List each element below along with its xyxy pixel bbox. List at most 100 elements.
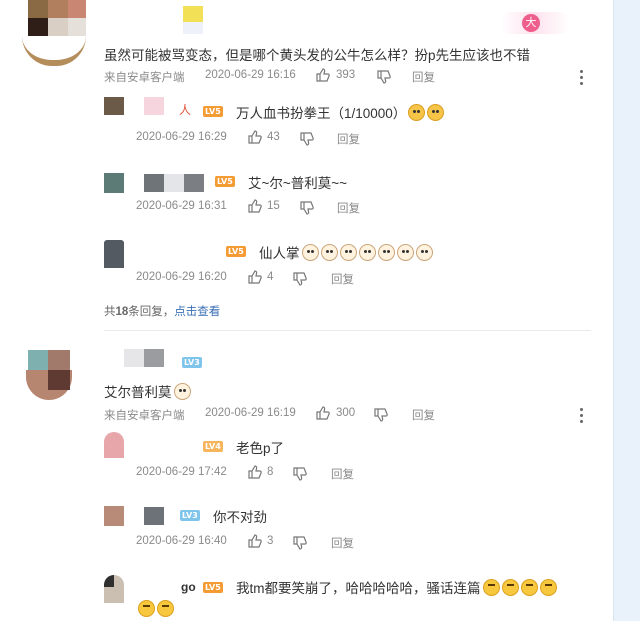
laugh-emoji-icon <box>138 600 155 617</box>
username-redacted[interactable] <box>144 507 164 525</box>
reply-time: 2020-06-29 17:42 <box>136 466 227 478</box>
username-redacted[interactable] <box>124 349 144 367</box>
avatar-pixel <box>68 0 86 18</box>
comment-source: 来自安卓客户端 <box>104 410 185 422</box>
level-badge: LV5 <box>203 582 223 593</box>
thumbs-down-icon[interactable] <box>293 272 307 286</box>
reply-text-row: 仙人掌 <box>259 242 433 262</box>
dog-emoji-icon <box>173 383 191 400</box>
comment-time: 2020-06-29 16:19 <box>205 407 296 419</box>
level-badge: LV5 <box>226 246 246 257</box>
dog-emoji-icon <box>301 244 319 261</box>
comment-page: { "comments": [ { "text": "虽然可能被骂变态，但是哪个… <box>0 0 640 621</box>
avatar[interactable] <box>104 432 124 458</box>
avatar-pixel <box>68 18 86 36</box>
avatar[interactable] <box>28 350 48 370</box>
thumbs-down-icon[interactable] <box>300 201 314 215</box>
thumbs-up-icon[interactable] <box>248 465 262 479</box>
thumbs-down-icon[interactable] <box>293 467 307 481</box>
avatar[interactable] <box>28 0 48 18</box>
reply-text: 万人血书扮拳王（1/10000） <box>236 106 407 121</box>
reply-text: 我tm都要笑崩了，哈哈哈哈哈，骚话连篇 <box>236 581 481 596</box>
thumbs-up-icon[interactable] <box>248 199 262 213</box>
avatar-pixel <box>48 0 68 18</box>
reply-time: 2020-06-29 16:20 <box>136 271 227 283</box>
cat-emoji-icon <box>427 104 445 121</box>
thumbs-down-icon[interactable] <box>293 536 307 550</box>
avatar-pixel <box>48 18 68 36</box>
username-redacted[interactable] <box>183 6 203 22</box>
dog-emoji-icon <box>320 244 338 261</box>
reply-button[interactable]: 回复 <box>412 69 435 85</box>
avatar[interactable] <box>104 240 124 268</box>
right-sidebar <box>613 0 640 621</box>
dog-emoji-icon <box>415 244 433 261</box>
avatar[interactable] <box>104 97 124 115</box>
like-count: 43 <box>267 131 280 143</box>
reply-button[interactable]: 回复 <box>337 200 360 216</box>
thumbs-down-icon[interactable] <box>300 132 314 146</box>
username-redacted[interactable] <box>144 174 164 192</box>
more-vertical-icon[interactable] <box>580 70 584 86</box>
summary-prefix: 共 <box>104 306 116 318</box>
laugh-emoji-icon <box>482 579 500 596</box>
reply-text: 艾~尔~普利莫~~ <box>248 176 348 191</box>
reply-text: 老色p了 <box>236 441 285 456</box>
reply-button[interactable]: 回复 <box>331 271 354 287</box>
level-badge: LV5 <box>203 106 223 117</box>
dog-emoji-icon <box>396 244 414 261</box>
avatar-pixel <box>48 370 70 390</box>
avatar-pixel <box>48 350 70 370</box>
thumbs-up-icon[interactable] <box>248 130 262 144</box>
thumbs-down-icon[interactable] <box>374 408 388 422</box>
reply-time: 2020-06-29 16:29 <box>136 131 227 143</box>
comment-source: 来自安卓客户端 <box>104 72 185 84</box>
avatar[interactable] <box>104 173 124 193</box>
like-count: 15 <box>267 200 280 212</box>
emoji-row <box>136 600 174 619</box>
summary-count: 18 <box>115 306 129 318</box>
avatar-frame <box>22 36 86 66</box>
level-badge: LV3 <box>180 510 200 521</box>
comment-text: 虽然可能被骂变态，但是哪个黄头发的公牛怎么样？扮p先生应该也不错 <box>104 48 531 63</box>
level-badge: LV4 <box>203 441 223 452</box>
laugh-emoji-icon <box>157 600 174 617</box>
reply-button[interactable]: 回复 <box>331 535 354 551</box>
like-count: 4 <box>267 271 274 283</box>
dog-emoji-icon <box>339 244 357 261</box>
thumbs-up-icon[interactable] <box>316 406 330 420</box>
avatar-pixel <box>28 18 48 36</box>
avatar-pixel <box>104 575 114 587</box>
reply-button[interactable]: 回复 <box>331 466 354 482</box>
thumbs-down-icon[interactable] <box>377 70 391 84</box>
like-count: 8 <box>267 466 274 478</box>
badge-icon: 大 <box>522 14 540 32</box>
dog-emoji-icon <box>377 244 395 261</box>
reply-text-row: 我tm都要笑崩了，哈哈哈哈哈，骚话连篇 <box>236 577 557 597</box>
username-redacted[interactable] <box>144 97 164 115</box>
thumbs-up-icon[interactable] <box>248 270 262 284</box>
laugh-emoji-icon <box>539 579 557 596</box>
username-suffix[interactable]: 人 <box>179 101 191 118</box>
username-redacted <box>184 174 204 192</box>
reply-button[interactable]: 回复 <box>412 407 435 423</box>
thumbs-up-icon[interactable] <box>316 68 330 82</box>
username-redacted <box>164 174 184 192</box>
view-replies-link[interactable]: 点击查看 <box>174 306 220 318</box>
username-suffix[interactable]: go <box>181 580 196 594</box>
reply-text: 你不对劲 <box>213 510 267 525</box>
laugh-emoji-icon <box>520 579 538 596</box>
level-badge: LV5 <box>215 176 235 187</box>
more-vertical-icon[interactable] <box>580 408 584 424</box>
laugh-emoji-icon <box>501 579 519 596</box>
username-redacted <box>183 22 203 34</box>
level-badge: LV3 <box>182 357 202 368</box>
reply-button[interactable]: 回复 <box>337 131 360 147</box>
avatar[interactable] <box>104 506 124 526</box>
thumbs-up-icon[interactable] <box>248 534 262 548</box>
cat-emoji-icon <box>408 104 426 121</box>
username-redacted <box>144 349 164 367</box>
like-count: 3 <box>267 535 274 547</box>
like-count: 300 <box>336 407 356 419</box>
reply-time: 2020-06-29 16:31 <box>136 200 227 212</box>
